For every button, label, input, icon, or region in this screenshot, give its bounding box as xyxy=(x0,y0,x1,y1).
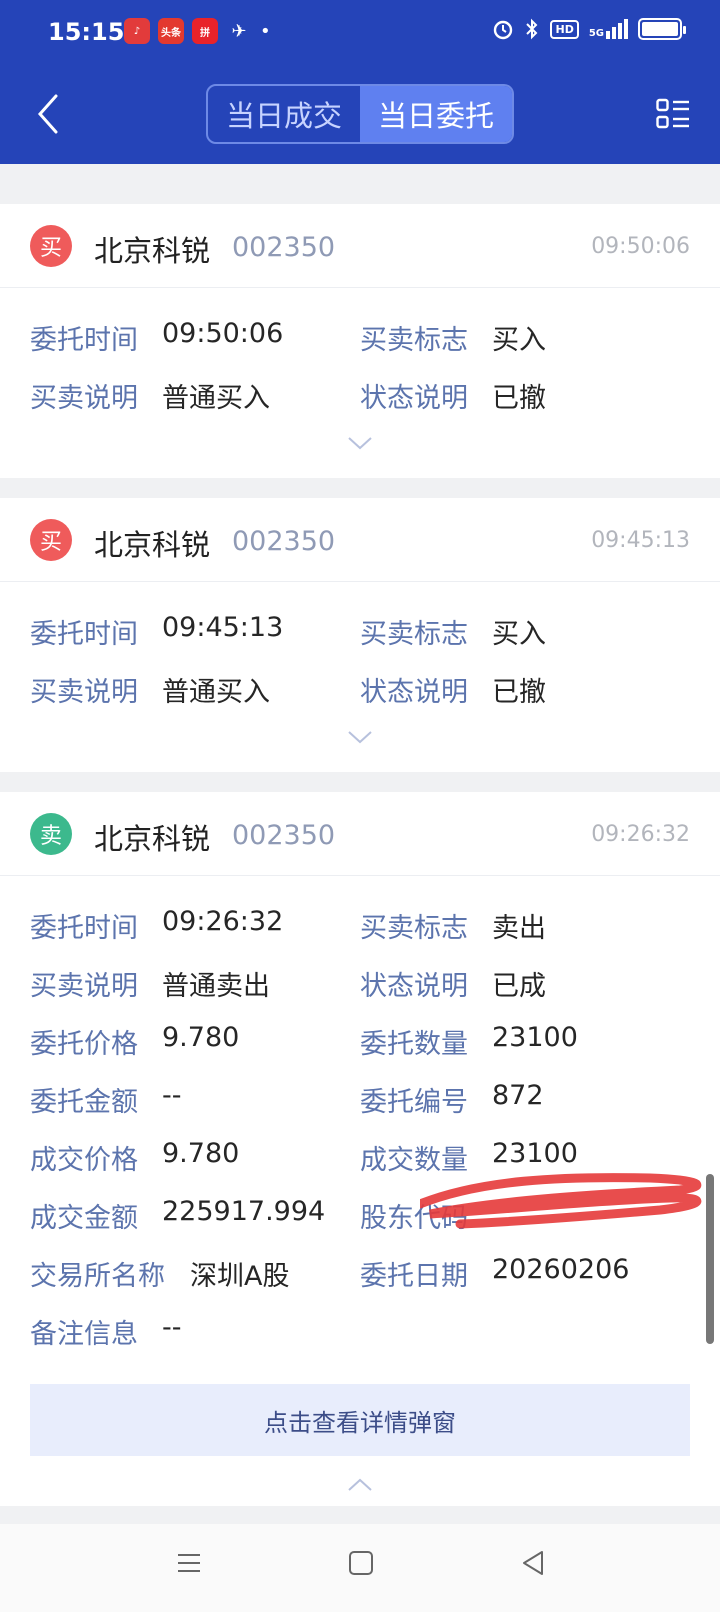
stock-code: 002350 xyxy=(232,232,336,263)
field-side-desc: 买卖说明 普通买入 xyxy=(30,383,270,414)
system-nav-bar xyxy=(0,1524,720,1612)
field-order-id: 委托编号 872 xyxy=(360,1080,544,1118)
field-side-desc: 买卖说明 普通买入 xyxy=(30,677,270,708)
chevron-down-icon[interactable] xyxy=(346,728,374,746)
field-order-qty: 委托数量 23100 xyxy=(360,1022,578,1060)
hd-badge: HD xyxy=(550,19,579,39)
redaction-scribble xyxy=(420,1173,702,1229)
tab-today-orders[interactable]: 当日委托 xyxy=(360,86,512,142)
stock-name: 北京科锐 xyxy=(94,822,211,856)
stock-name: 北京科锐 xyxy=(94,528,211,562)
field-order-time: 委托时间 09:26:32 xyxy=(30,906,284,944)
back-icon[interactable] xyxy=(518,1548,548,1578)
order-card[interactable]: 买 北京科锐 002350 09:45:13 委托时间 09:45:13 买卖标… xyxy=(0,498,720,772)
field-side-flag: 买卖标志 卖出 xyxy=(360,913,546,944)
more-dot-icon: • xyxy=(260,20,271,42)
send-app-icon: ✈ xyxy=(231,20,247,42)
order-card-expanded[interactable]: 卖 北京科锐 002350 09:26:32 委托时间 09:26:32 买卖标… xyxy=(0,792,720,1506)
field-side-desc: 买卖说明 普通卖出 xyxy=(30,971,270,1002)
field-deal-price: 成交价格 9.780 xyxy=(30,1138,240,1176)
order-card-header: 买 北京科锐 002350 09:50:06 xyxy=(0,204,720,288)
home-icon[interactable] xyxy=(346,1548,376,1578)
order-time: 09:26:32 xyxy=(591,822,690,847)
field-deal-amount: 成交金额 225917.994 xyxy=(30,1196,326,1234)
field-side-flag: 买卖标志 买入 xyxy=(360,325,546,356)
status-bar: 15:15 ♪ 头条 拼 ✈ • HD 5G xyxy=(0,0,720,66)
field-status: 状态说明 已成 xyxy=(360,971,546,1002)
buy-badge: 买 xyxy=(30,519,72,561)
system-icons: HD 5G xyxy=(492,18,686,40)
pinduoduo-app-icon: 拼 xyxy=(192,18,218,44)
stock-name: 北京科锐 xyxy=(94,234,211,268)
field-exchange: 交易所名称 深圳A股 xyxy=(30,1261,290,1292)
chevron-down-icon[interactable] xyxy=(346,434,374,452)
order-time: 09:45:13 xyxy=(591,528,690,553)
field-order-time: 委托时间 09:50:06 xyxy=(30,318,284,356)
field-remark: 备注信息 -- xyxy=(30,1312,182,1350)
status-time: 15:15 xyxy=(48,18,125,46)
back-arrow-icon[interactable] xyxy=(32,92,66,136)
order-card[interactable]: 买 北京科锐 002350 09:50:06 委托时间 09:50:06 买卖标… xyxy=(0,204,720,478)
sell-badge: 卖 xyxy=(30,813,72,855)
field-status: 状态说明 已撤 xyxy=(360,677,546,708)
toutiao-app-icon: 头条 xyxy=(158,18,184,44)
field-order-date: 委托日期 20260206 xyxy=(360,1254,630,1292)
stock-code: 002350 xyxy=(232,526,336,557)
signal-icon: 5G xyxy=(589,19,628,39)
order-card-header: 买 北京科锐 002350 09:45:13 xyxy=(0,498,720,582)
music-app-icon: ♪ xyxy=(124,18,150,44)
bluetooth-icon xyxy=(526,18,538,40)
stock-code: 002350 xyxy=(232,820,336,851)
field-order-amount: 委托金额 -- xyxy=(30,1080,182,1118)
tab-today-deals[interactable]: 当日成交 xyxy=(208,86,360,142)
field-status: 状态说明 已撤 xyxy=(360,383,546,414)
alarm-icon xyxy=(494,20,513,40)
order-card-header: 卖 北京科锐 002350 09:26:32 xyxy=(0,792,720,876)
field-order-price: 委托价格 9.780 xyxy=(30,1022,240,1060)
list-menu-icon[interactable] xyxy=(656,98,690,130)
view-details-button[interactable]: 点击查看详情弹窗 xyxy=(30,1384,690,1456)
scrollbar[interactable] xyxy=(706,1174,714,1344)
chevron-up-icon[interactable] xyxy=(346,1476,374,1494)
battery-icon xyxy=(638,18,686,40)
buy-badge: 买 xyxy=(30,225,72,267)
field-order-time: 委托时间 09:45:13 xyxy=(30,612,284,650)
field-side-flag: 买卖标志 买入 xyxy=(360,619,546,650)
notification-icons: ♪ 头条 拼 ✈ • xyxy=(124,18,271,44)
order-time: 09:50:06 xyxy=(591,234,690,259)
tab-switcher: 当日成交 当日委托 xyxy=(206,84,514,144)
app-header: 15:15 ♪ 头条 拼 ✈ • HD 5G 当日成交 当日委托 xyxy=(0,0,720,164)
menu-icon[interactable] xyxy=(174,1548,204,1578)
